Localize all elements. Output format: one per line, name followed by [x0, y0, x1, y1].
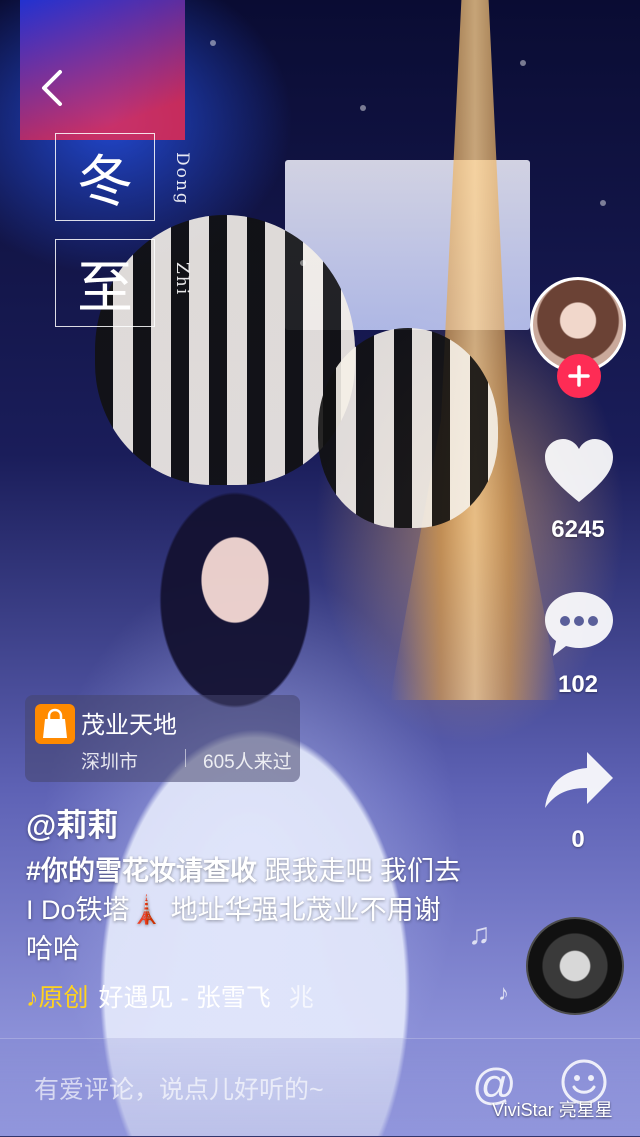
music-note-icon: ♪ — [498, 980, 509, 1005]
music-title-marquee: 兆 — [288, 984, 314, 1012]
music-title: 好遇见 - 张雪飞 — [98, 984, 271, 1012]
chevron-left-icon — [42, 70, 62, 106]
watermark: ViviStar 亮星星 — [492, 1100, 613, 1120]
music-original-label: 原创 — [38, 984, 89, 1012]
music-disc[interactable] — [526, 917, 624, 1015]
share-button[interactable] — [543, 750, 615, 815]
solar-term-char-bottom: 至 — [55, 239, 155, 327]
follow-button[interactable] — [557, 354, 601, 398]
snowflake — [360, 105, 366, 111]
shopping-bag-icon — [35, 704, 75, 744]
poi-city: 深圳市 — [81, 752, 139, 773]
poi-divider — [185, 749, 186, 767]
share-arrow-icon — [545, 752, 613, 808]
heart-icon — [545, 439, 613, 502]
caption: #你的雪花妆请查收 跟我走吧 我们去I Do铁塔🗼 地址华强北茂业不用谢哈哈 — [26, 852, 466, 969]
snowflake — [600, 200, 606, 206]
comment-button[interactable] — [543, 590, 615, 665]
comment-input[interactable]: 有爱评论，说点儿好听的~ — [34, 1070, 454, 1106]
poi-card[interactable]: 茂业天地 深圳市 605人来过 — [25, 695, 300, 782]
solar-term-char-top: 冬 — [55, 133, 155, 221]
plus-icon — [568, 365, 590, 387]
poi-name: 茂业天地 — [81, 712, 177, 739]
tower-emoji: 🗼 — [129, 895, 164, 925]
comment-count: 102 — [557, 671, 599, 698]
like-button[interactable] — [543, 438, 615, 509]
music-note-icon: ♪ — [26, 984, 39, 1012]
hashtag-link[interactable]: #你的雪花妆请查收 — [26, 856, 257, 886]
snowflake — [520, 60, 526, 66]
solar-term-pinyin-top: Dong — [172, 152, 192, 206]
music-note-icon: ♫ — [468, 918, 491, 951]
author-name[interactable]: @莉莉 — [26, 800, 118, 845]
snowflake — [300, 260, 306, 266]
like-count: 6245 — [551, 516, 605, 543]
back-button[interactable] — [36, 68, 76, 108]
solar-term-pinyin-bottom: Zhi — [172, 262, 192, 297]
share-count: 0 — [571, 826, 585, 853]
poi-visits: 605人来过 — [203, 752, 292, 773]
music-info[interactable]: ♪原创 好遇见 - 张雪飞兆 — [26, 978, 314, 1014]
solar-term-sticker: 冬 至 — [55, 133, 155, 333]
speech-bubble-icon — [545, 592, 613, 656]
snowflake — [210, 40, 216, 46]
